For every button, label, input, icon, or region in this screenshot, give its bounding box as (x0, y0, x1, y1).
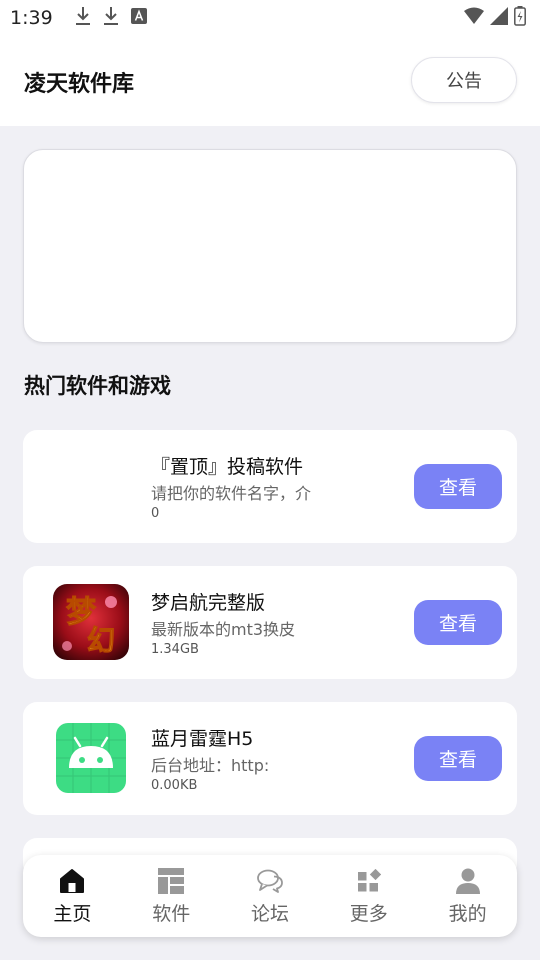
page-title: 凌天软件库 (24, 72, 135, 97)
status-time: 1:39 (10, 7, 53, 29)
list-item[interactable]: 梦 幻 梦启航完整版 最新版本的mt3换皮 1.34GB 查看 (23, 566, 517, 679)
signal-icon (490, 7, 508, 29)
list-item[interactable]: 蓝月雷霆H5 后台地址：http: 0.00KB 查看 (23, 702, 517, 815)
nav-item-mine[interactable]: 我的 (418, 855, 517, 937)
grid-icon (157, 867, 185, 895)
battery-icon (514, 6, 526, 30)
wifi-icon (464, 7, 484, 29)
view-button[interactable]: 查看 (414, 600, 502, 645)
item-meta: 1.34GB (151, 642, 199, 657)
item-name: 梦启航完整版 (151, 592, 266, 614)
game-logo-icon: 梦 幻 (53, 584, 129, 660)
nav-label: 主页 (53, 903, 92, 925)
nav-label: 更多 (349, 903, 388, 925)
nav-label: 软件 (152, 903, 191, 925)
nav-item-home[interactable]: 主页 (23, 855, 122, 937)
nav-item-forum[interactable]: 论坛 (221, 855, 320, 937)
download-icon (103, 6, 119, 30)
section-title: 热门软件和游戏 (24, 374, 171, 398)
item-name: 『置顶』投稿软件 (151, 456, 304, 478)
item-desc: 后台地址：http: (151, 756, 270, 775)
item-meta: 0 (151, 506, 160, 521)
app-icon-placeholder (53, 448, 129, 524)
svg-text:幻: 幻 (87, 624, 115, 657)
item-desc: 最新版本的mt3换皮 (151, 620, 296, 639)
bottom-nav: 主页 软件 论坛 更多 我的 (23, 855, 517, 937)
user-icon (454, 867, 482, 895)
nav-item-more[interactable]: 更多 (319, 855, 418, 937)
status-bar: 1:39 (0, 0, 540, 36)
list-item[interactable]: 『置顶』投稿软件 请把你的软件名字，介 0 查看 (23, 430, 517, 543)
item-name: 蓝月雷霆H5 (151, 728, 254, 750)
nav-label: 论坛 (250, 903, 289, 925)
home-icon (58, 867, 86, 895)
chat-icon (256, 867, 284, 895)
font-icon (130, 8, 147, 28)
app-header: 凌天软件库 公告 (0, 36, 540, 126)
android-icon (53, 720, 129, 796)
item-desc: 请把你的软件名字，介 (151, 484, 312, 503)
view-button[interactable]: 查看 (414, 736, 502, 781)
banner[interactable] (23, 149, 517, 343)
download-icon (75, 6, 91, 30)
nav-item-software[interactable]: 软件 (122, 855, 221, 937)
item-meta: 0.00KB (151, 778, 198, 793)
notice-button[interactable]: 公告 (411, 57, 517, 103)
apps-icon (355, 867, 383, 895)
view-button[interactable]: 查看 (414, 464, 502, 509)
nav-label: 我的 (448, 903, 487, 925)
